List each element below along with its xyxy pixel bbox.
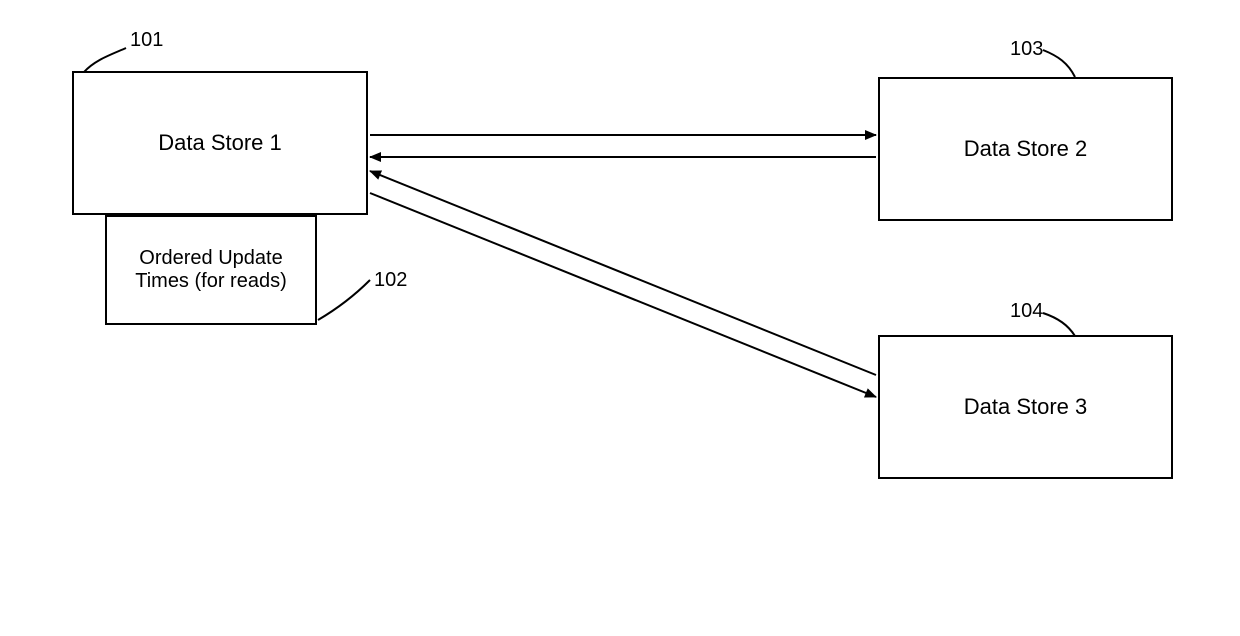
leader-102 bbox=[318, 280, 370, 320]
arrow-ds3-to-ds1 bbox=[370, 171, 876, 375]
ordered-update-times-box: Ordered Update Times (for reads) bbox=[105, 215, 317, 325]
data-store-3-box: Data Store 3 bbox=[878, 335, 1173, 479]
leader-103 bbox=[1043, 50, 1075, 77]
data-store-3-text: Data Store 3 bbox=[964, 394, 1088, 420]
label-103: 103 bbox=[1010, 38, 1043, 61]
ordered-update-times-text: Ordered Update Times (for reads) bbox=[135, 247, 287, 293]
label-101: 101 bbox=[130, 29, 163, 52]
leader-101 bbox=[84, 48, 126, 72]
data-store-2-box: Data Store 2 bbox=[878, 77, 1173, 221]
data-store-1-text: Data Store 1 bbox=[158, 130, 282, 156]
leader-104 bbox=[1043, 313, 1075, 336]
label-104: 104 bbox=[1010, 300, 1043, 323]
data-store-1-box: Data Store 1 bbox=[72, 71, 368, 215]
arrow-ds1-to-ds3 bbox=[370, 193, 876, 397]
data-store-2-text: Data Store 2 bbox=[964, 136, 1088, 162]
label-102: 102 bbox=[374, 269, 407, 292]
